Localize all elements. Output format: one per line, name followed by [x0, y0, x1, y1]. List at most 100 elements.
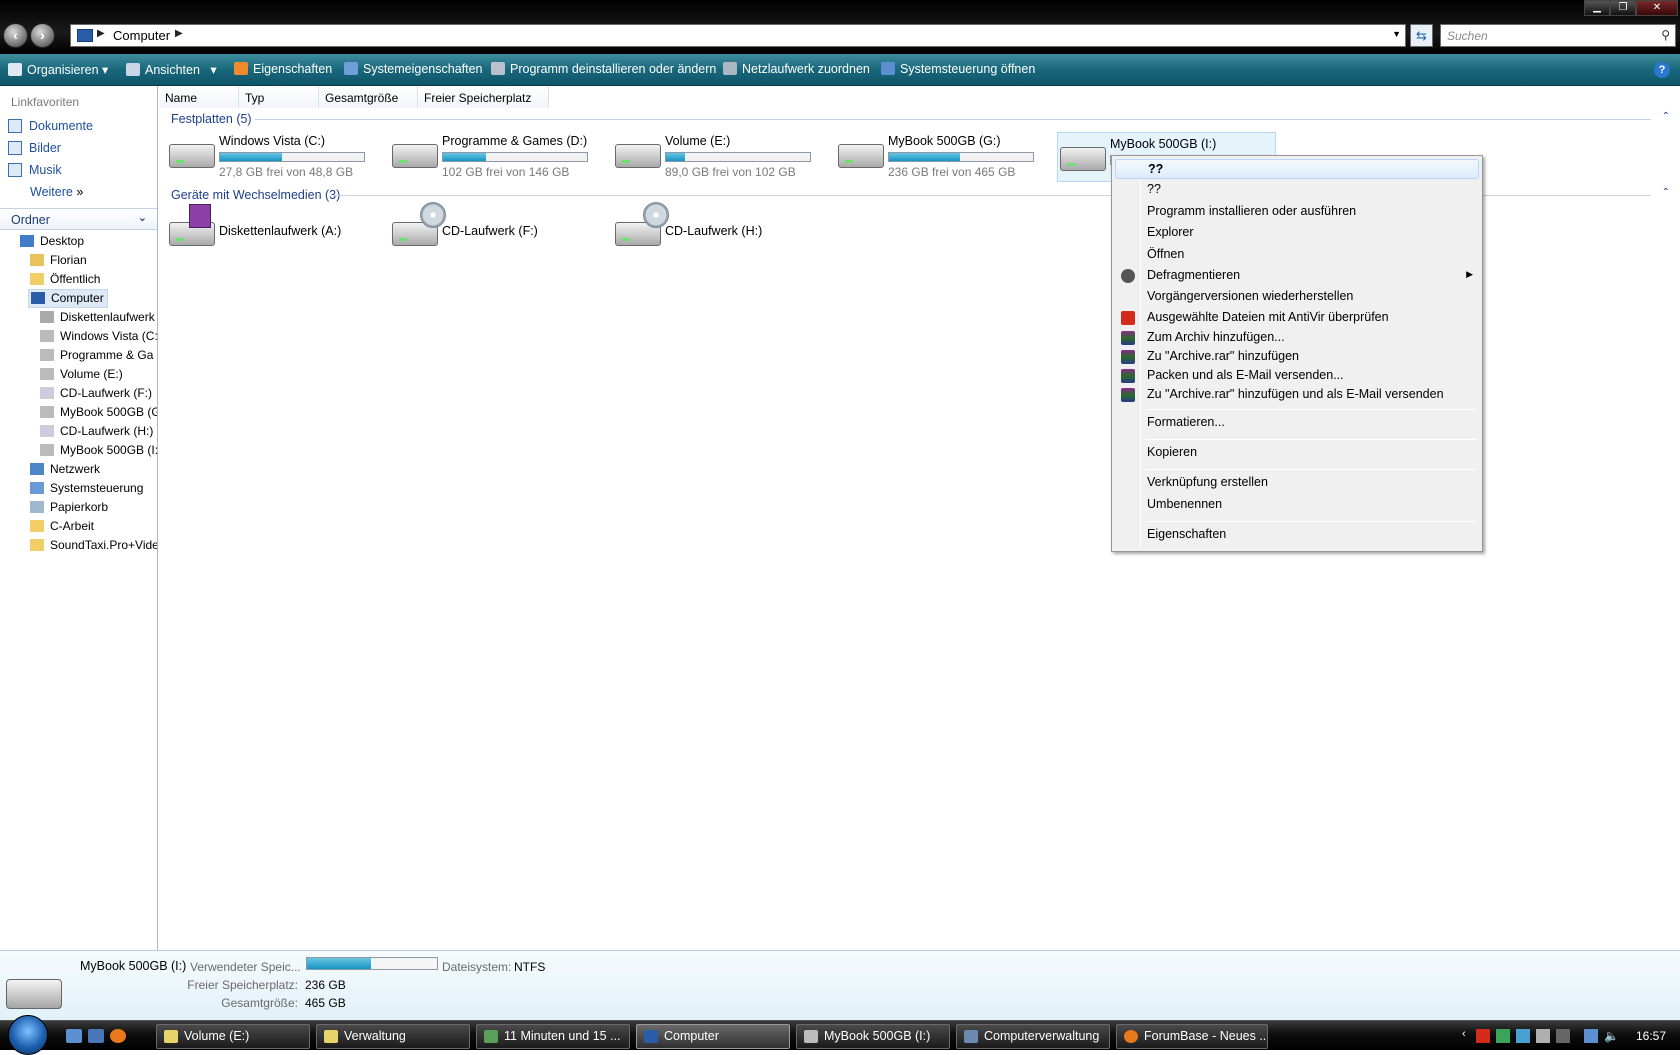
drive-item-e[interactable]: Volume (E:) 89,0 GB frei von 102 GB — [613, 130, 823, 180]
folder-icon — [30, 273, 44, 285]
drive-item-c[interactable]: Windows Vista (C:) 27,8 GB frei von 48,8… — [167, 130, 377, 180]
collapse-icon[interactable]: ⌃ — [1662, 111, 1670, 122]
switch-windows-icon[interactable] — [88, 1029, 104, 1043]
firefox-icon[interactable] — [110, 1029, 126, 1043]
menu-item-create-shortcut[interactable]: Verknüpfung erstellen — [1115, 473, 1479, 493]
menu-item-pack-email[interactable]: Packen und als E-Mail versenden... — [1115, 366, 1479, 386]
system-properties-button[interactable]: Systemeigenschaften — [344, 62, 483, 76]
tree-drive-d[interactable]: Programme & Ga — [40, 348, 157, 362]
details-used-label: Verwendeter Speic... — [190, 960, 301, 974]
menu-item-open[interactable]: Öffnen — [1115, 245, 1479, 265]
tree-drive-h[interactable]: CD-Laufwerk (H:) — [40, 424, 157, 438]
tree-public[interactable]: Öffentlich — [30, 272, 157, 286]
task-forumbase[interactable]: ForumBase - Neues ... — [1116, 1024, 1268, 1049]
column-label: Gesamtgröße — [325, 91, 399, 105]
tree-drive-f[interactable]: CD-Laufwerk (F:) — [40, 386, 157, 400]
address-bar[interactable]: ▶ Computer ▶ ▼ — [70, 24, 1406, 47]
tree-floppy[interactable]: Diskettenlaufwerk — [40, 310, 157, 324]
search-icon[interactable]: ⚲ — [1661, 28, 1670, 42]
start-button[interactable] — [8, 1015, 48, 1055]
properties-button[interactable]: Eigenschaften — [234, 62, 332, 76]
help-icon[interactable]: ? — [1654, 62, 1670, 78]
folders-header[interactable]: Ordner ⌄ — [0, 208, 157, 230]
menu-item-label: Programm installieren oder ausführen — [1147, 204, 1357, 218]
favorite-documents[interactable]: Dokumente — [8, 119, 93, 133]
drive-item-d[interactable]: Programme & Games (D:) 102 GB frei von 1… — [390, 130, 600, 180]
tree-control-panel[interactable]: Systemsteuerung — [30, 481, 157, 495]
menu-item-copy[interactable]: Kopieren — [1115, 443, 1479, 463]
menu-item-install-run[interactable]: Programm installieren oder ausführen — [1115, 202, 1479, 222]
tray-app-icon[interactable] — [1516, 1029, 1530, 1043]
column-header-type[interactable]: Typ ˆ — [239, 83, 319, 108]
tree-desktop[interactable]: Desktop — [20, 234, 157, 248]
favorite-more[interactable]: Weitere » — [30, 185, 83, 199]
drive-item-h[interactable]: CD-Laufwerk (H:) — [613, 202, 813, 258]
drive-item-a[interactable]: Diskettenlaufwerk (A:) — [167, 204, 367, 258]
show-desktop-icon[interactable] — [66, 1029, 82, 1043]
favorite-music[interactable]: Musik — [8, 163, 62, 177]
chevron-down-icon[interactable]: ▼ — [1392, 29, 1401, 39]
column-header-free[interactable]: Freier Speicherplatz — [418, 86, 549, 108]
breadcrumb[interactable]: Computer — [113, 28, 170, 43]
network-tray-icon[interactable] — [1584, 1029, 1598, 1043]
close-button[interactable]: ✕ — [1636, 0, 1678, 16]
drive-item-f[interactable]: CD-Laufwerk (F:) — [390, 202, 590, 258]
tray-app-icon[interactable] — [1536, 1029, 1550, 1043]
collapse-icon[interactable]: ⌃ — [1662, 187, 1670, 198]
forward-button[interactable]: › — [30, 23, 55, 48]
menu-item-explorer[interactable]: Explorer — [1115, 223, 1479, 243]
tree-network[interactable]: Netzwerk — [30, 462, 157, 476]
tree-c-arbeit[interactable]: C-Arbeit — [30, 519, 157, 533]
views-button[interactable]: Ansichten ▾ — [126, 62, 217, 77]
menu-item-properties[interactable]: Eigenschaften — [1115, 525, 1479, 545]
tree-drive-c[interactable]: Windows Vista (C: — [40, 329, 157, 343]
tray-expand-icon[interactable]: ‹ — [1462, 1028, 1466, 1040]
tree-drive-i[interactable]: MyBook 500GB (I: — [40, 443, 157, 457]
task-computer[interactable]: Computer — [636, 1024, 790, 1049]
menu-item-add-archive[interactable]: Zum Archiv hinzufügen... — [1115, 328, 1479, 348]
tree-computer[interactable]: Computer — [28, 289, 108, 308]
menu-item-defragment[interactable]: Defragmentieren ▶ — [1115, 266, 1479, 286]
menu-item-previous-versions[interactable]: Vorgängerversionen wiederherstellen — [1115, 287, 1479, 307]
control-panel-button[interactable]: Systemsteuerung öffnen — [881, 62, 1035, 76]
clock[interactable]: 16:57 — [1636, 1029, 1666, 1043]
tree-drive-g[interactable]: MyBook 500GB (G — [40, 405, 157, 419]
menu-item-rename[interactable]: Umbenennen — [1115, 495, 1479, 515]
task-computer-management[interactable]: Computerverwaltung — [956, 1024, 1110, 1049]
organize-button[interactable]: Organisieren ▾ — [8, 62, 108, 77]
menu-item-antivir[interactable]: Ausgewählte Dateien mit AntiVir überprüf… — [1115, 308, 1479, 328]
menu-item-format[interactable]: Formatieren... — [1115, 413, 1479, 433]
map-drive-button[interactable]: Netzlaufwerk zuordnen — [723, 62, 870, 76]
column-header-total[interactable]: Gesamtgröße — [319, 86, 418, 108]
tree-recycle-bin[interactable]: Papierkorb — [30, 500, 157, 514]
tree-soundtaxi[interactable]: SoundTaxi.Pro+Vide — [30, 538, 157, 552]
menu-item-rar-email[interactable]: Zu "Archive.rar" hinzufügen und als E-Ma… — [1115, 385, 1479, 405]
menu-item-unknown-2[interactable]: ?? — [1115, 180, 1479, 200]
tray-app-icon[interactable] — [1556, 1029, 1570, 1043]
group-removable[interactable]: Geräte mit Wechselmedien (3) — [171, 188, 340, 202]
uninstall-button[interactable]: Programm deinstallieren oder ändern — [491, 62, 716, 76]
task-verwaltung[interactable]: Verwaltung — [316, 1024, 470, 1049]
back-button[interactable]: ‹ — [3, 23, 28, 48]
maximize-button[interactable]: ❐ — [1610, 0, 1636, 16]
minimize-button[interactable]: ▁ — [1584, 0, 1610, 16]
tree-label: Diskettenlaufwerk — [60, 310, 155, 324]
drive-item-g[interactable]: MyBook 500GB (G:) 236 GB frei von 465 GB — [836, 130, 1046, 180]
volume-icon[interactable]: 🔈 — [1604, 1029, 1619, 1043]
tree-florian[interactable]: Florian — [30, 253, 157, 267]
antivir-tray-icon[interactable] — [1476, 1029, 1490, 1043]
menu-item-unknown-1[interactable]: ?? — [1115, 159, 1479, 179]
refresh-button[interactable]: ⇆ — [1410, 24, 1433, 47]
task-download[interactable]: 11 Minuten und 15 ... — [476, 1024, 630, 1049]
tray-app-icon[interactable] — [1496, 1029, 1510, 1043]
task-mybook[interactable]: MyBook 500GB (I:) — [796, 1024, 950, 1049]
group-hard-drives[interactable]: Festplatten (5) — [171, 112, 252, 126]
column-label: Name — [165, 91, 198, 105]
winrar-icon — [1121, 388, 1135, 402]
tree-drive-e[interactable]: Volume (E:) — [40, 367, 157, 381]
column-header-name[interactable]: Name — [159, 86, 239, 108]
task-volume-e[interactable]: Volume (E:) — [156, 1024, 310, 1049]
favorite-pictures[interactable]: Bilder — [8, 141, 61, 155]
menu-item-add-archive-rar[interactable]: Zu "Archive.rar" hinzufügen — [1115, 347, 1479, 367]
search-input[interactable]: Suchen ⚲ — [1440, 24, 1676, 47]
